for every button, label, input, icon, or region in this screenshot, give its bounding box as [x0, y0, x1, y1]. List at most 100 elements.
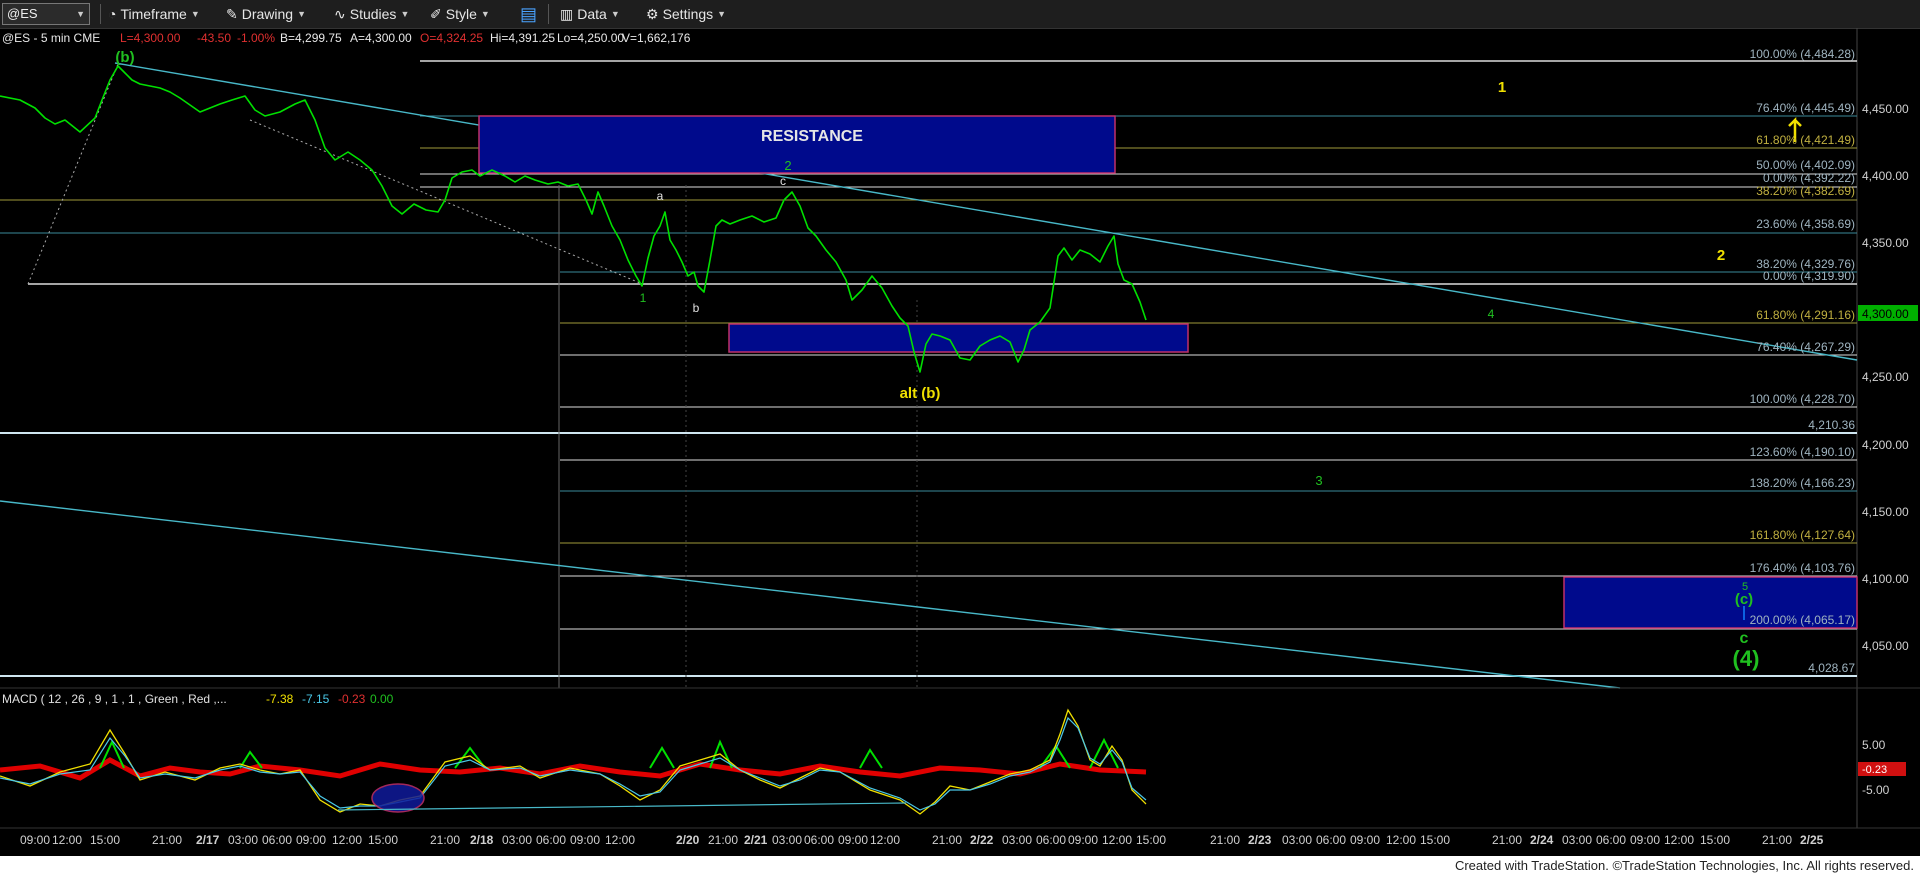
- wave-label-yellow-1: 1: [1498, 79, 1506, 96]
- layout-icon[interactable]: ▤: [520, 3, 537, 25]
- style-button[interactable]: ✐ Style ▼: [430, 3, 490, 25]
- toolbar-separator: [548, 4, 549, 24]
- time-axis-label: 21:00: [430, 833, 460, 847]
- price-axis-label: 4,050.00: [1862, 639, 1909, 653]
- time-axis-label: 15:00: [1136, 833, 1166, 847]
- fib-label: 100.00% (4,228.70): [1750, 392, 1855, 406]
- macd-value: -7.38: [266, 692, 294, 706]
- time-axis-label: 12:00: [1386, 833, 1416, 847]
- footer: Created with TradeStation. ©TradeStation…: [0, 856, 1920, 876]
- gear-icon: ⚙: [646, 6, 659, 22]
- fib-label: 76.40% (4,445.49): [1756, 101, 1855, 115]
- time-axis-label: 2/21: [744, 833, 768, 847]
- fib-label: 200.00% (4,065.17): [1750, 613, 1855, 627]
- wave-label-alt-b: alt (b): [900, 385, 941, 402]
- fib-label: 4,210.36: [1808, 418, 1855, 432]
- fib-label: 123.60% (4,190.10): [1750, 445, 1855, 459]
- drawing-button[interactable]: ✎ Drawing ▼: [226, 3, 306, 25]
- time-axis-label: 15:00: [1700, 833, 1730, 847]
- fib-label: 161.80% (4,127.64): [1750, 528, 1855, 542]
- wave-label-2: 2: [784, 158, 791, 173]
- time-axis-label: 2/18: [470, 833, 494, 847]
- time-axis-label: 2/17: [196, 833, 220, 847]
- volume: V=1,662,176: [622, 31, 691, 45]
- toolbar-separator: [100, 4, 101, 24]
- wave-icon: ∿: [334, 6, 346, 22]
- fib-label: 61.80% (4,421.49): [1756, 133, 1855, 147]
- macd-axis-label: 5.00: [1862, 738, 1886, 752]
- time-axis-label: 09:00: [838, 833, 868, 847]
- time-axis-label: 15:00: [90, 833, 120, 847]
- chevron-down-icon: ▼: [610, 9, 620, 19]
- high-price: Hi=4,391.25: [490, 31, 555, 45]
- wave-label-yellow-2: 2: [1717, 247, 1725, 264]
- chevron-down-icon: ▼: [480, 9, 490, 19]
- wave-label-c: c: [780, 174, 786, 188]
- wave-label-4: 4: [1488, 307, 1495, 321]
- ask-price: A=4,300.00: [350, 31, 412, 45]
- time-axis-label: 09:00: [1630, 833, 1660, 847]
- macd-line: [0, 708, 1147, 815]
- time-axis-label: 03:00: [772, 833, 802, 847]
- fib-label: 4,028.67: [1808, 661, 1855, 675]
- copyright-text: Created with TradeStation. ©TradeStation…: [1454, 858, 1914, 873]
- low-price: Lo=4,250.00: [557, 31, 624, 45]
- time-axis-label: 21:00: [1492, 833, 1522, 847]
- chevron-down-icon: ▼: [297, 9, 307, 19]
- time-axis-label: 09:00: [570, 833, 600, 847]
- fib-label: 23.60% (4,358.69): [1756, 217, 1855, 231]
- macd-label: MACD ( 12 , 26 , 9 , 1 , 1 , Green , Red…: [2, 692, 227, 706]
- resistance-label: RESISTANCE: [761, 128, 863, 145]
- toolbar: @ES ▼ ◔ Timeframe ▼ ✎ Drawing ▼ ∿ Studie…: [0, 0, 1920, 29]
- price-axis: 4,450.00 4,400.00 4,350.00 4,250.00 4,20…: [1862, 102, 1909, 653]
- time-axis-label: 2/24: [1530, 833, 1554, 847]
- price-axis-label: 4,400.00: [1862, 169, 1909, 183]
- fib-label: 50.00% (4,402.09): [1756, 158, 1855, 172]
- macd-hist-up: [99, 737, 1119, 769]
- divergence-line: [337, 802, 907, 811]
- wave-label-a: a: [657, 189, 664, 203]
- macd-axis-label: -5.00: [1862, 783, 1890, 797]
- wave-label-b: b: [693, 301, 700, 315]
- dotted-trend-line: [27, 63, 119, 285]
- symbol-selector[interactable]: @ES ▼: [2, 3, 90, 25]
- time-axis-label: 06:00: [1316, 833, 1346, 847]
- time-axis-label: 12:00: [605, 833, 635, 847]
- time-axis-label: 06:00: [804, 833, 834, 847]
- trend-line-lower: [0, 500, 1621, 689]
- time-axis-label: 03:00: [1002, 833, 1032, 847]
- trend-line-upper: [114, 62, 1858, 361]
- fib-label: 176.40% (4,103.76): [1750, 561, 1855, 575]
- studies-button[interactable]: ∿ Studies ▼: [334, 3, 409, 25]
- open-price: O=4,324.25: [420, 31, 483, 45]
- time-axis-label: 15:00: [368, 833, 398, 847]
- time-axis-label: 12:00: [1102, 833, 1132, 847]
- time-axis: 09:00 12:00 15:00 21:00 2/17 03:00 06:00 09:00 1…: [20, 833, 1824, 847]
- fib-label: 0.00% (4,392.22): [1763, 171, 1855, 185]
- price-axis-label: 4,450.00: [1862, 102, 1909, 116]
- time-axis-label: 06:00: [262, 833, 292, 847]
- time-axis-label: 21:00: [932, 833, 962, 847]
- brush-icon: ✐: [430, 6, 442, 22]
- wave-label-4-paren: (4): [1733, 646, 1760, 671]
- settings-button[interactable]: ⚙ Settings ▼: [646, 3, 726, 25]
- time-axis-label: 12:00: [870, 833, 900, 847]
- chevron-down-icon: ▼: [400, 9, 410, 19]
- data-button[interactable]: ▥ Data ▼: [560, 3, 620, 25]
- time-axis-label: 21:00: [1762, 833, 1792, 847]
- wave-label-3: 3: [1315, 473, 1322, 488]
- support-box[interactable]: [728, 323, 1189, 353]
- pct-change: -1.00%: [237, 31, 275, 45]
- time-axis-label: 09:00: [1068, 833, 1098, 847]
- macd-histogram: [0, 737, 1147, 781]
- fib-label: 38.20% (4,382.69): [1756, 184, 1855, 198]
- timeframe-button[interactable]: ◔ Timeframe ▼: [108, 3, 200, 25]
- fib-label: 0.00% (4,319.90): [1763, 269, 1855, 283]
- time-axis-label: 2/23: [1248, 833, 1272, 847]
- time-axis-label: 09:00: [296, 833, 326, 847]
- time-axis-label: 03:00: [1282, 833, 1312, 847]
- chart-area[interactable]: @ES - 5 min CME L=4,300.00 -43.50 -1.00%…: [0, 28, 1920, 848]
- macd-zero-value: 0.00: [370, 692, 394, 706]
- time-axis-label: 12:00: [332, 833, 362, 847]
- bid-price: B=4,299.75: [280, 31, 342, 45]
